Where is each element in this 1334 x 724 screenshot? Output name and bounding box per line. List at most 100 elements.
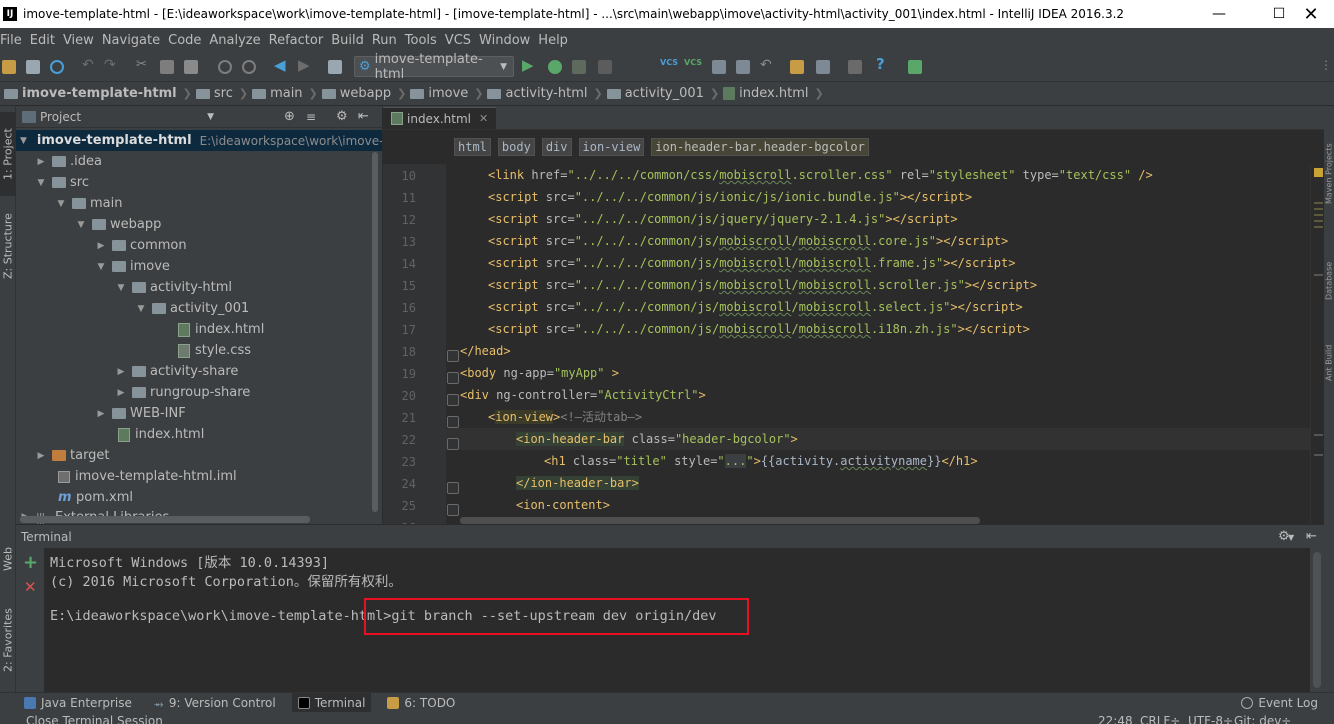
gear-icon[interactable]: ⚙ [336, 109, 348, 124]
warning-status-icon[interactable] [1314, 168, 1323, 177]
tree-node-target[interactable]: ▶ target [36, 445, 110, 466]
tag-crumb-div[interactable]: div [541, 138, 572, 156]
error-stripe-mark[interactable] [1314, 202, 1323, 204]
tool-tab-structure[interactable]: Z: Structure [0, 198, 16, 294]
collapse-all-icon[interactable]: ≡ [306, 110, 316, 124]
tool-tab-todo[interactable]: 6: TODO [381, 693, 461, 713]
menu-build[interactable]: Build [331, 33, 370, 48]
tool-tab-web[interactable]: Web [0, 534, 16, 584]
fold-marker-icon[interactable] [447, 416, 459, 428]
menu-file[interactable]: File [0, 33, 28, 48]
nav-crumb-src[interactable]: src ❯ [195, 86, 248, 101]
debug-icon[interactable] [548, 60, 562, 74]
menu-vcs[interactable]: VCS [445, 33, 477, 48]
error-stripe-mark[interactable] [1314, 454, 1323, 456]
nav-crumb-main[interactable]: main ❯ [252, 86, 318, 101]
error-stripe-mark[interactable] [1314, 214, 1323, 216]
hide-icon[interactable]: ⇤ [1306, 529, 1317, 544]
tree-node-pom-xml[interactable]: m pom.xml [58, 487, 133, 508]
project-horizontal-scrollbar[interactable] [20, 516, 310, 523]
toolbar-overflow-icon[interactable]: ⋮ [1320, 58, 1334, 72]
tree-node-webapp[interactable]: ▼ webapp [76, 214, 162, 235]
tag-crumb-html[interactable]: html [454, 138, 491, 156]
fold-marker-icon[interactable] [447, 372, 459, 384]
run-configuration-dropdown[interactable]: ⚙ imove-template-html ▼ [354, 52, 514, 82]
close-icon[interactable]: ✕ [1288, 0, 1334, 28]
paste-icon[interactable] [184, 60, 198, 74]
close-session-icon[interactable]: ✕ [24, 578, 37, 596]
tree-node-activity-share[interactable]: ▶ activity-share [116, 361, 239, 382]
tree-node-root[interactable]: ▼ imove-template-html E:\ideaworkspace\w… [16, 130, 382, 151]
tool-tab-event-log[interactable]: Event Log [1235, 693, 1324, 713]
tree-node-main[interactable]: ▼ main [56, 193, 123, 214]
status-encoding[interactable]: UTF-8÷ [1188, 714, 1233, 724]
menu-code[interactable]: Code [168, 33, 207, 48]
fold-marker-icon[interactable] [447, 394, 459, 406]
scrollbar-thumb[interactable] [1313, 552, 1321, 688]
menu-view[interactable]: View [63, 33, 100, 48]
open-folder-icon[interactable] [2, 60, 16, 74]
run-icon[interactable]: ▶ [522, 56, 536, 74]
menu-analyze[interactable]: Analyze [209, 33, 266, 48]
nav-crumb-activity-html[interactable]: activity-html ❯ [487, 86, 603, 101]
cut-icon[interactable]: ✂ [136, 57, 150, 72]
tree-node-src[interactable]: ▼ src [36, 172, 89, 193]
tag-crumb-ion-header-bar[interactable]: ion-header-bar.header-bgcolor [651, 138, 869, 156]
nav-crumb-webapp[interactable]: webapp ❯ [321, 86, 406, 101]
menu-navigate[interactable]: Navigate [102, 33, 166, 48]
menu-help[interactable]: Help [538, 33, 574, 48]
tool-tab-ant[interactable]: Ant Build [1324, 328, 1334, 398]
chevron-down-icon[interactable]: ▼ [207, 112, 214, 122]
scrollbar-thumb[interactable] [372, 152, 378, 512]
tag-crumb-body[interactable]: body [497, 138, 535, 156]
editor-tab-index-html[interactable]: index.html ✕ [383, 107, 497, 129]
tool-tab-database[interactable]: Database [1324, 246, 1334, 316]
minimize-icon[interactable]: — [1196, 0, 1242, 28]
chevron-down-icon[interactable]: ▼ [1288, 533, 1294, 542]
menu-refactor[interactable]: Refactor [269, 33, 330, 48]
copy-icon[interactable] [160, 60, 174, 74]
task-icon[interactable] [908, 60, 922, 74]
nav-crumb-project[interactable]: imove-template-html ❯ [4, 86, 192, 101]
error-stripe-mark[interactable] [1314, 226, 1323, 228]
error-stripe-mark[interactable] [1314, 274, 1323, 276]
error-stripe-mark[interactable] [1314, 208, 1323, 210]
undo-icon[interactable]: ↶ [82, 57, 96, 73]
fold-marker-icon[interactable] [447, 438, 459, 450]
vcs-update-icon[interactable]: VCS [660, 58, 678, 72]
vcs-compare-icon[interactable] [712, 60, 726, 74]
menu-edit[interactable]: Edit [30, 33, 61, 48]
tree-node-activity-html[interactable]: ▼ activity-html [116, 277, 232, 298]
tree-node-web-inf[interactable]: ▶ WEB-INF [96, 403, 186, 424]
revert-icon[interactable]: ↶ [760, 57, 774, 73]
sdk-icon[interactable] [848, 60, 862, 74]
error-stripe-mark[interactable] [1314, 434, 1323, 436]
project-structure-icon[interactable] [816, 60, 830, 74]
status-line-separator[interactable]: CRLF÷ [1140, 714, 1180, 724]
redo-icon[interactable]: ↷ [104, 57, 118, 73]
settings-icon[interactable] [790, 60, 804, 74]
menu-tools[interactable]: Tools [405, 33, 443, 48]
vcs-history-icon[interactable] [736, 60, 750, 74]
make-project-icon[interactable] [328, 60, 342, 74]
tree-node-style-css[interactable]: style.css [178, 340, 251, 361]
close-tab-icon[interactable]: ✕ [479, 112, 488, 125]
locate-icon[interactable]: ⊕ [284, 109, 295, 124]
hide-icon[interactable]: ⇤ [358, 109, 369, 124]
fold-marker-icon[interactable] [447, 504, 459, 516]
tree-node-imove[interactable]: ▼ imove [96, 256, 170, 277]
fold-marker-icon[interactable] [447, 482, 459, 494]
status-git-branch[interactable]: Git: dev÷ [1234, 714, 1291, 724]
tool-tab-terminal[interactable]: Terminal [291, 692, 372, 713]
tree-node-index-html[interactable]: index.html [178, 319, 264, 340]
find-icon[interactable] [218, 60, 232, 74]
coverage-icon[interactable] [572, 60, 586, 74]
fold-marker-icon[interactable] [447, 350, 459, 362]
new-session-icon[interactable]: + [23, 552, 38, 573]
code-view[interactable]: 10 11 12 13 14 15 16 17 18 19 20 21 22 2… [383, 164, 1324, 524]
nav-crumb-index-html[interactable]: index.html ❯ [723, 86, 824, 101]
nav-crumb-imove[interactable]: imove ❯ [410, 86, 483, 101]
help-icon[interactable]: ? [876, 55, 890, 73]
menu-run[interactable]: Run [372, 33, 403, 48]
tool-tab-maven[interactable]: Maven Projects [1324, 114, 1334, 234]
